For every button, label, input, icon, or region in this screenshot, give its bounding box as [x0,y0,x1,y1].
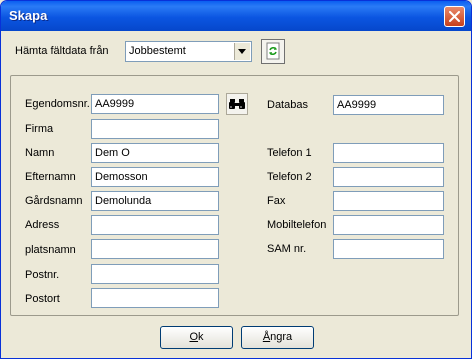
postort-field[interactable] [91,288,219,308]
source-select-value: Jobbestemt [129,45,186,57]
fax-label: Fax [267,195,286,207]
close-button[interactable] [444,6,465,27]
ok-mnemonic: O [189,331,199,343]
chevron-down-icon [238,49,246,54]
telefon2-field[interactable] [333,167,444,187]
telefon2-label: Telefon 2 [267,171,312,183]
namn-field[interactable]: Dem O [91,143,219,163]
telefon1-label: Telefon 1 [267,147,312,159]
close-icon [449,11,460,22]
source-label: Hämta fältdata från [15,45,109,57]
platsnamn-field[interactable] [91,239,219,259]
sam-nr-label: SAM nr. [267,243,307,255]
ok-label-rest: k [198,331,204,343]
cancel-label-rest: ngra [270,331,293,343]
efternamn-label: Efternamn [25,171,76,183]
telefon1-field[interactable] [333,143,444,163]
databas-field[interactable]: AA9999 [333,95,444,115]
adress-label: Adress [25,219,60,231]
source-select[interactable]: Jobbestemt [125,41,252,62]
title-bar[interactable]: Skapa [1,1,471,31]
sam-nr-field[interactable] [333,239,444,259]
adress-field[interactable] [91,215,219,235]
binoculars-icon [229,99,245,109]
mobiltelefon-field[interactable] [333,215,444,235]
dialog-window: Skapa Hämta fältdata från Jobbestemt Ege… [0,0,472,359]
gardsnamn-label: Gårdsnamn [25,195,83,207]
refresh-button[interactable] [261,39,285,64]
efternamn-field[interactable]: Demosson [91,167,219,187]
namn-label: Namn [25,147,55,159]
postort-label: Postort [25,293,60,305]
gardsnamn-field[interactable]: Demolunda [91,191,219,211]
egendomsnr-field[interactable]: AA9999 [91,94,219,114]
mobiltelefon-label: Mobiltelefon [267,219,327,231]
window-title: Skapa [9,8,48,23]
firma-field[interactable] [91,119,219,139]
platsnamn-label: platsnamn [25,244,76,256]
search-button[interactable] [226,93,248,115]
databas-label: Databas [267,99,308,111]
egendomsnr-label: Egendomsnr. [25,98,90,110]
cancel-button[interactable]: Ångra [241,326,314,349]
postnr-label: Postnr. [25,269,60,281]
postnr-field[interactable] [91,264,219,284]
firma-label: Firma [25,123,54,135]
refresh-icon [266,42,280,60]
ok-button[interactable]: Ok [160,326,233,349]
source-select-dropdown-button[interactable] [234,43,250,60]
fax-field[interactable] [333,191,444,211]
